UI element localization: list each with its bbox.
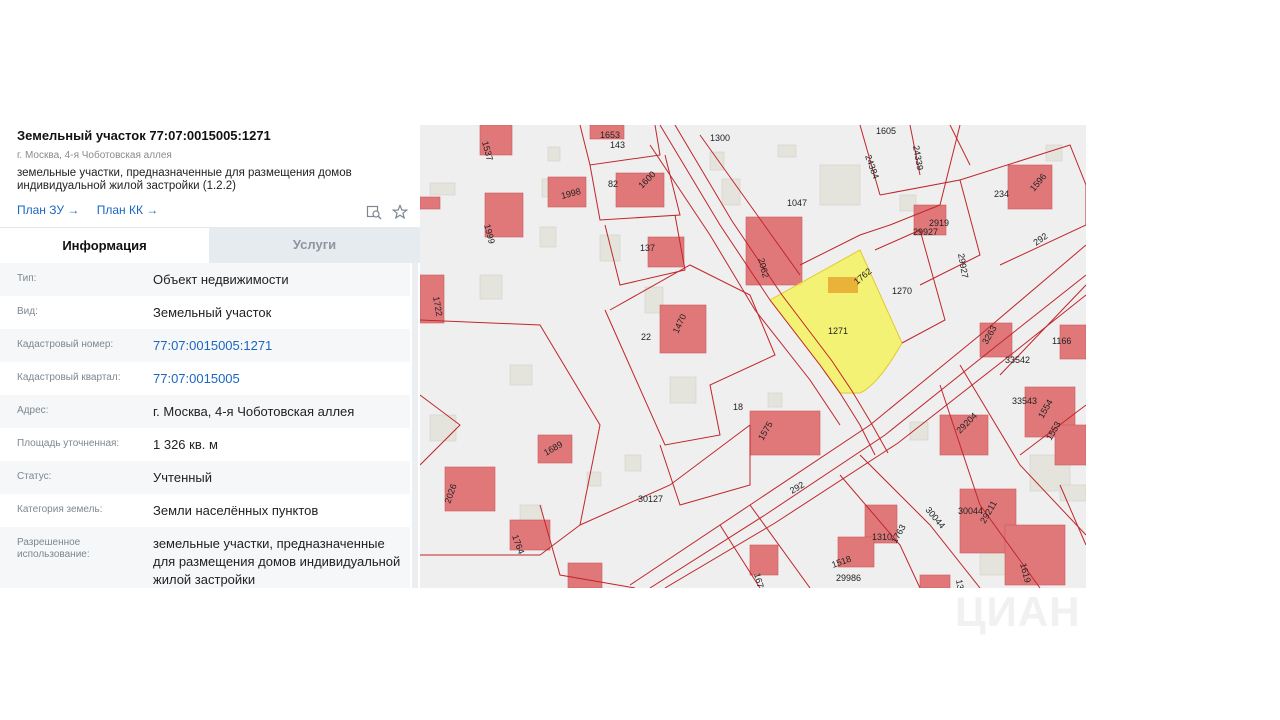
row-label: Категория земель: <box>17 504 103 515</box>
cadastral-quarter-link[interactable]: 77:07:0015005 <box>153 370 408 388</box>
info-row-permitted-use: Разрешенное использование: земельные уча… <box>0 527 410 588</box>
row-value: Объект недвижимости <box>153 272 289 287</box>
parcel-number-label: 1270 <box>892 286 912 296</box>
panel-scrollbar[interactable] <box>412 263 418 588</box>
row-label: Тип: <box>17 273 37 284</box>
parcel-number-label: 22 <box>641 332 651 342</box>
parcel-number-label: 143 <box>610 140 625 150</box>
info-row-type: Тип: Объект недвижимости <box>0 263 410 296</box>
cadastral-map[interactable]: 1653 143 1300 1605 24384 24339 1537 82 1600 1998 1… <box>420 125 1086 588</box>
parcel-number-label: 1300 <box>710 133 730 143</box>
info-row-area: Площадь уточненная: 1 326 кв. м <box>0 428 410 461</box>
row-label: Вид: <box>17 306 38 317</box>
map-canvas[interactable]: 16531431300160524384 24339153782 160019981… <box>420 125 1086 588</box>
parcel-number-label: 1047 <box>787 198 807 208</box>
parcel-number-label: 1605 <box>876 126 896 136</box>
info-row-cadastral-number: Кадастровый номер: 77:07:0015005:1271 <box>0 329 410 362</box>
parcel-number-label: 33543 <box>1012 396 1037 406</box>
row-value: г. Москва, 4-я Чоботовская аллея <box>153 404 355 419</box>
row-value: земельные участки, предназначенные для р… <box>153 536 401 587</box>
usage-description: земельные участки, предназначенные для р… <box>17 167 352 192</box>
row-label: Статус: <box>17 471 52 482</box>
info-row-land-category: Категория земель: Земли населённых пункт… <box>0 494 410 527</box>
cadastral-number-link[interactable]: 77:07:0015005:1271 <box>153 337 408 355</box>
parcel-number-label: 1653 <box>600 130 620 140</box>
plan-kk-link[interactable]: План КК → <box>97 203 159 217</box>
row-value: Земли населённых пунктов <box>153 503 319 518</box>
parcel-number-label: 1166 <box>1052 336 1071 346</box>
parcel-number-label: 82 <box>608 179 618 189</box>
info-row-status: Статус: Учтенный <box>0 461 410 494</box>
panel-actions <box>360 203 409 221</box>
plan-links: План ЗУ → План КК → <box>17 203 172 217</box>
parcel-number-label: 18 <box>733 402 743 412</box>
parcel-number-label: 30044 <box>958 506 983 516</box>
plan-zu-link[interactable]: План ЗУ → <box>17 203 79 217</box>
info-row-cadastral-quarter: Кадастровый квартал: 77:07:0015005 <box>0 362 410 395</box>
row-value: Земельный участок <box>153 305 272 320</box>
row-value: Учтенный <box>153 470 213 485</box>
tab-info[interactable]: Информация <box>0 227 209 264</box>
info-panel: Земельный участок 77:07:0015005:1271 г. … <box>0 125 420 588</box>
parcel-number-label: 234 <box>994 189 1009 199</box>
parcel-number-label: 137 <box>640 243 655 253</box>
row-label: Разрешенное использование: <box>17 537 90 560</box>
info-row-kind: Вид: Земельный участок <box>0 296 410 329</box>
info-table: Тип: Объект недвижимости Вид: Земельный … <box>0 263 410 588</box>
tab-bar: Информация Услуги <box>0 227 420 264</box>
parcel-number-label: 29986 <box>836 573 861 583</box>
star-icon[interactable] <box>392 203 409 220</box>
address-subtitle: г. Москва, 4-я Чоботовская аллея <box>17 150 172 161</box>
page-title: Земельный участок 77:07:0015005:1271 <box>17 128 271 143</box>
parcel-number-label: 29927 <box>913 227 938 237</box>
row-label: Площадь уточненная: <box>17 438 120 449</box>
row-value: 1 326 кв. м <box>153 437 218 452</box>
tab-services[interactable]: Услуги <box>209 227 420 263</box>
parcel-number-label: 1271 <box>828 326 848 336</box>
info-row-address: Адрес: г. Москва, 4-я Чоботовская аллея <box>0 395 410 428</box>
row-label: Кадастровый квартал: <box>17 372 121 383</box>
parcel-number-label: 33542 <box>1005 355 1030 365</box>
row-label: Адрес: <box>17 405 49 416</box>
watermark: ЦИАН <box>955 588 1081 635</box>
parcel-number-label: 30127 <box>638 494 663 504</box>
measure-icon[interactable] <box>366 204 382 220</box>
row-label: Кадастровый номер: <box>17 339 114 350</box>
